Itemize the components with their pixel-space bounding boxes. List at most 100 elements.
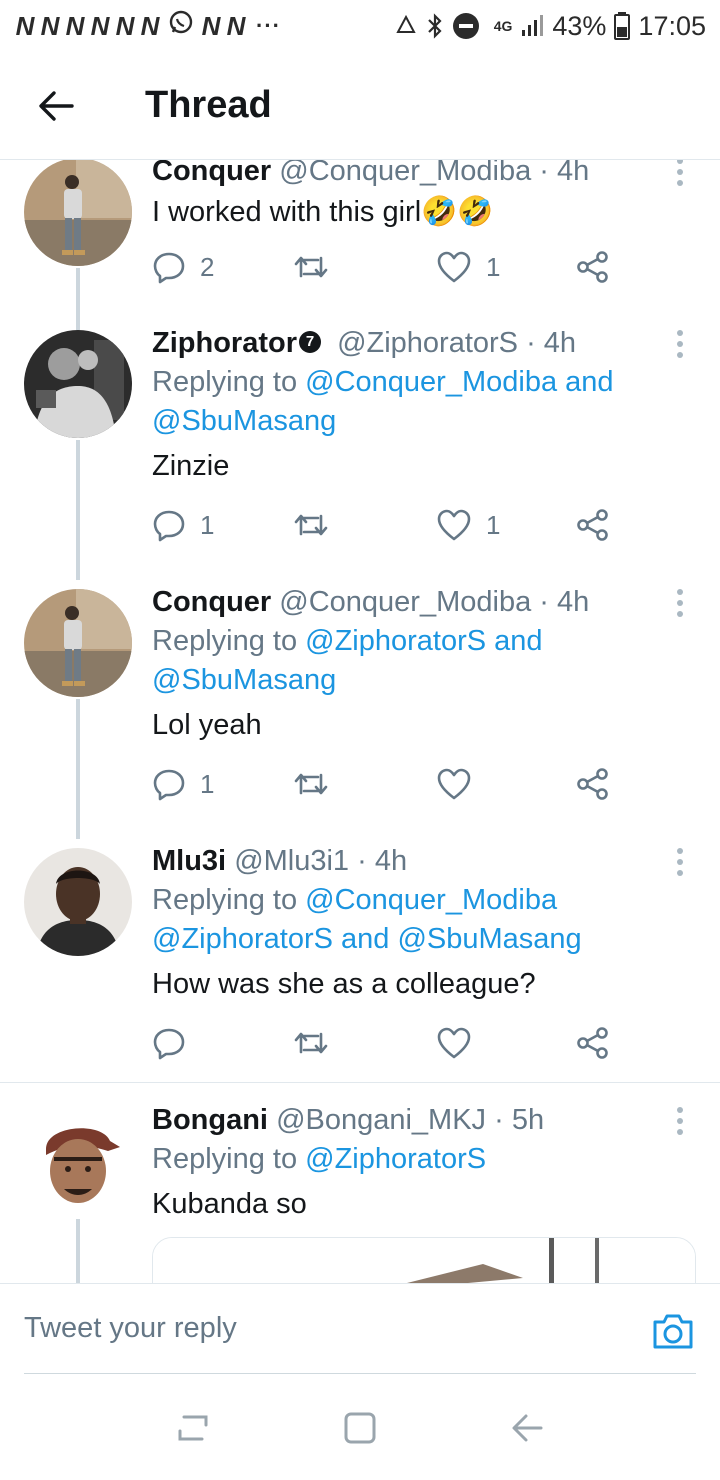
tweet-actions — [152, 1023, 622, 1063]
whatsapp-icon — [168, 10, 194, 43]
reply-button[interactable] — [152, 1023, 200, 1063]
tweet-text: Zinzie — [152, 450, 230, 482]
display-name[interactable]: Mlu3i — [152, 845, 226, 877]
retweet-icon — [294, 256, 328, 278]
like-count: 1 — [486, 509, 501, 540]
share-icon — [577, 251, 608, 283]
reply-icon — [153, 1028, 185, 1060]
tweet-meta: Conquer @Conquer_Modiba · 4h — [152, 160, 660, 190]
clock: 17:05 — [638, 10, 706, 41]
notification-icons: N N N N N N N N ··· — [14, 10, 281, 43]
thread-connector — [76, 699, 80, 839]
badge-icon: 7 — [299, 331, 321, 354]
replying-to: Replying to @Conquer_Modiba @ZiphoratorS… — [152, 881, 660, 959]
more-options-button[interactable] — [670, 1101, 690, 1141]
like-count: 1 — [486, 251, 501, 282]
mention-link[interactable]: @ZiphoratorS — [305, 1143, 486, 1175]
retweet-icon — [294, 1032, 328, 1054]
back-nav-icon — [512, 1414, 543, 1441]
reply-input[interactable]: Tweet your reply — [24, 1312, 237, 1345]
more-options-button[interactable] — [670, 324, 690, 364]
back-button[interactable] — [0, 52, 112, 160]
retweet-button[interactable] — [292, 764, 344, 804]
avatar[interactable] — [24, 160, 132, 266]
tweet-content: Ziphorator 7 @ZiphoratorS · 4h Replying t… — [152, 324, 660, 486]
notification-icon: N — [201, 10, 222, 41]
mention-link[interactable]: @ZiphoratorS and @SbuMasang — [152, 923, 582, 955]
mention-link[interactable]: @Conquer_Modiba — [305, 884, 557, 916]
mention-link[interactable]: @SbuMasang — [152, 664, 336, 696]
timestamp: · 4h — [526, 327, 577, 359]
home-icon — [344, 1412, 376, 1443]
more-options-button[interactable] — [670, 583, 690, 623]
share-button[interactable] — [576, 505, 610, 545]
like-button[interactable] — [436, 1023, 486, 1063]
handle[interactable]: @ZiphoratorS — [337, 327, 518, 359]
timestamp: · 5h — [494, 1104, 545, 1136]
notification-icon: N — [140, 10, 161, 41]
timestamp: · 4h — [357, 845, 408, 877]
display-name[interactable]: Bongani — [152, 1104, 268, 1136]
camera-button[interactable] — [652, 1312, 694, 1355]
handle[interactable]: @Bongani_MKJ — [276, 1104, 486, 1136]
heart-icon — [437, 251, 471, 283]
notification-icon: N — [226, 10, 247, 41]
media-image[interactable] — [152, 1237, 696, 1283]
tweet-meta: Mlu3i @Mlu3i1 · 4h — [152, 842, 660, 880]
reply-count: 1 — [200, 509, 215, 540]
reply-button[interactable]: 1 — [152, 764, 214, 804]
recent-apps-icon — [178, 1415, 208, 1440]
notification-icon: N — [15, 10, 36, 41]
recent-apps-button[interactable] — [176, 1411, 210, 1450]
avatar[interactable] — [24, 589, 132, 697]
handle[interactable]: @Mlu3i1 — [234, 845, 349, 877]
do-not-disturb-icon — [452, 12, 480, 40]
app-header: Thread — [0, 52, 720, 160]
like-button[interactable]: 1 — [436, 505, 500, 545]
like-button[interactable] — [436, 764, 486, 804]
share-button[interactable] — [576, 764, 610, 804]
share-button[interactable] — [576, 247, 610, 287]
timestamp: · 4h — [539, 160, 590, 187]
system-nav-bar — [0, 1380, 720, 1480]
avatar[interactable] — [24, 1107, 132, 1215]
like-button[interactable]: 1 — [436, 247, 500, 287]
handle[interactable]: @Conquer_Modiba — [279, 586, 531, 618]
retweet-icon — [294, 514, 328, 536]
more-options-button[interactable] — [670, 160, 690, 192]
tweet-meta: Conquer @Conquer_Modiba · 4h — [152, 583, 660, 621]
tweet-actions: 1 — [152, 764, 622, 804]
reply-icon — [153, 252, 185, 284]
share-button[interactable] — [576, 1023, 610, 1063]
mention-link[interactable]: @Conquer_Modiba and — [305, 366, 613, 398]
handle[interactable]: @Conquer_Modiba — [279, 160, 531, 187]
battery-icon — [614, 12, 631, 40]
replying-to: Replying to @ZiphoratorS — [152, 1140, 660, 1179]
reply-count: 2 — [200, 251, 215, 282]
camera-icon — [653, 1314, 693, 1349]
more-options-button[interactable] — [670, 842, 690, 882]
bluetooth-icon — [426, 13, 444, 39]
avatar[interactable] — [24, 330, 132, 438]
back-nav-button[interactable] — [510, 1411, 544, 1450]
mention-link[interactable]: @ZiphoratorS and — [305, 625, 542, 657]
reply-count: 1 — [200, 768, 215, 799]
avatar[interactable] — [24, 848, 132, 956]
reply-button[interactable]: 2 — [152, 247, 214, 287]
display-name[interactable]: Conquer — [152, 586, 271, 618]
arrow-left-icon — [39, 90, 74, 121]
reply-button[interactable]: 1 — [152, 505, 214, 545]
notification-icon: N — [90, 10, 111, 41]
retweet-button[interactable] — [292, 1023, 344, 1063]
home-button[interactable] — [343, 1411, 377, 1450]
divider — [0, 1082, 720, 1083]
replying-to: Replying to @ZiphoratorS and @SbuMasang — [152, 622, 660, 700]
mention-link[interactable]: @SbuMasang — [152, 405, 336, 437]
retweet-button[interactable] — [292, 505, 344, 545]
display-name[interactable]: Conquer — [152, 160, 271, 187]
thread-list[interactable]: Conquer @Conquer_Modiba · 4h I worked wi… — [0, 160, 720, 1283]
reply-icon — [153, 510, 185, 542]
retweet-button[interactable] — [292, 247, 344, 287]
display-name[interactable]: Ziphorator — [152, 327, 297, 359]
notification-icon: N — [40, 10, 61, 41]
